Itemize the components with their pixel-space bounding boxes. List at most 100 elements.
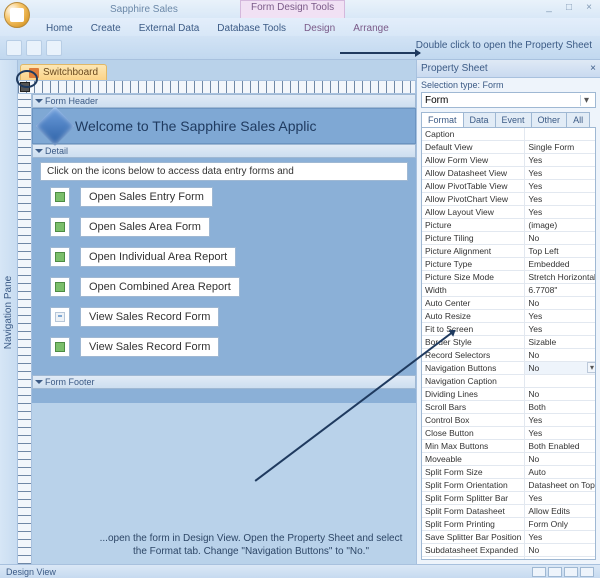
property-sheet-title-bar[interactable]: Property Sheet × <box>417 60 600 78</box>
property-value[interactable]: Single Form <box>525 141 596 154</box>
property-value[interactable]: (image) <box>525 219 596 232</box>
property-tab-all[interactable]: All <box>566 112 590 127</box>
property-row[interactable]: Navigation ButtonsNo <box>422 362 596 375</box>
property-value[interactable]: Yes <box>525 492 596 505</box>
property-value[interactable]: No <box>525 232 596 245</box>
property-grid[interactable]: CaptionDefault ViewSingle FormAllow Form… <box>421 128 596 560</box>
minimize-button[interactable]: _ <box>542 2 556 14</box>
property-row[interactable]: Allow PivotChart ViewYes <box>422 193 596 206</box>
close-button[interactable]: × <box>582 2 596 14</box>
property-row[interactable]: Allow Layout ViewYes <box>422 206 596 219</box>
design-canvas[interactable]: Form Header Welcome to The Sapphire Sale… <box>32 94 416 564</box>
maximize-button[interactable]: □ <box>562 2 576 14</box>
section-bar-footer[interactable]: Form Footer <box>32 375 416 389</box>
property-value[interactable]: Stretch Horizontal <box>525 271 596 284</box>
property-row[interactable]: Scroll BarsBoth <box>422 401 596 414</box>
property-value[interactable]: Yes <box>525 193 596 206</box>
property-value[interactable] <box>525 375 596 388</box>
property-row[interactable]: Record SelectorsNo <box>422 349 596 362</box>
property-row[interactable]: Picture TilingNo <box>422 232 596 245</box>
property-value[interactable]: No <box>525 362 596 375</box>
property-row[interactable]: Caption <box>422 128 596 141</box>
view-design-button[interactable] <box>532 567 546 577</box>
property-value[interactable]: Form Only <box>525 518 596 531</box>
property-value[interactable]: 0" <box>525 557 596 561</box>
vertical-ruler[interactable] <box>18 94 32 564</box>
property-row[interactable]: Split Form Splitter BarYes <box>422 492 596 505</box>
property-row[interactable]: Subdatasheet ExpandedNo <box>422 544 596 557</box>
property-row[interactable]: Width6.7708" <box>422 284 596 297</box>
property-value[interactable]: Allow Edits <box>525 505 596 518</box>
view-form-button[interactable] <box>564 567 578 577</box>
section-bar-detail[interactable]: Detail <box>32 144 416 158</box>
property-value[interactable] <box>525 128 596 141</box>
property-row[interactable]: Dividing LinesNo <box>422 388 596 401</box>
tab-design[interactable]: Design <box>296 21 343 36</box>
property-value[interactable]: No <box>525 349 596 362</box>
property-value[interactable]: Yes <box>525 154 596 167</box>
property-value[interactable]: Auto <box>525 466 596 479</box>
property-row[interactable]: Picture TypeEmbedded <box>422 258 596 271</box>
office-button[interactable] <box>4 2 30 28</box>
object-tab-switchboard[interactable]: Switchboard <box>20 64 107 80</box>
tab-database-tools[interactable]: Database Tools <box>209 21 294 36</box>
property-row[interactable]: Default ViewSingle Form <box>422 141 596 154</box>
property-value[interactable]: Yes <box>525 167 596 180</box>
form-selector-handle[interactable] <box>20 82 30 92</box>
property-row[interactable]: Picture(image) <box>422 219 596 232</box>
horizontal-ruler[interactable] <box>18 80 416 94</box>
property-tab-event[interactable]: Event <box>495 112 532 127</box>
view-datasheet-button[interactable] <box>548 567 562 577</box>
property-tab-other[interactable]: Other <box>531 112 568 127</box>
property-row[interactable]: Fit to ScreenYes <box>422 323 596 336</box>
property-row[interactable]: Split Form DatasheetAllow Edits <box>422 505 596 518</box>
property-value[interactable]: Yes <box>525 323 596 336</box>
object-selector-combo[interactable]: Form ▾ <box>421 92 596 108</box>
property-tab-format[interactable]: Format <box>421 112 464 127</box>
property-row[interactable]: Min Max ButtonsBoth Enabled <box>422 440 596 453</box>
property-value[interactable]: Sizable <box>525 336 596 349</box>
qat-undo-icon[interactable] <box>26 40 42 56</box>
switchboard-item[interactable]: Open Sales Area Form <box>50 217 408 237</box>
qat-save-icon[interactable] <box>6 40 22 56</box>
tab-home[interactable]: Home <box>38 21 81 36</box>
property-value[interactable]: Yes <box>525 414 596 427</box>
property-value[interactable]: No <box>525 544 596 557</box>
property-row[interactable]: Allow PivotTable ViewYes <box>422 180 596 193</box>
property-row[interactable]: Split Form OrientationDatasheet on Top <box>422 479 596 492</box>
property-row[interactable]: Auto ResizeYes <box>422 310 596 323</box>
property-tab-data[interactable]: Data <box>463 112 496 127</box>
property-row[interactable]: Control BoxYes <box>422 414 596 427</box>
property-value[interactable]: Datasheet on Top <box>525 479 596 492</box>
switchboard-item[interactable]: View Sales Record Form <box>50 307 408 327</box>
property-row[interactable]: Allow Form ViewYes <box>422 154 596 167</box>
property-value[interactable]: No <box>525 388 596 401</box>
property-value[interactable]: Yes <box>525 310 596 323</box>
qat-redo-icon[interactable] <box>46 40 62 56</box>
property-row[interactable]: Picture AlignmentTop Left <box>422 245 596 258</box>
tab-arrange[interactable]: Arrange <box>345 21 397 36</box>
property-value[interactable]: Top Left <box>525 245 596 258</box>
navigation-pane-collapsed[interactable]: Navigation Pane <box>0 60 18 564</box>
property-value[interactable]: Embedded <box>525 258 596 271</box>
switchboard-item[interactable]: Open Individual Area Report <box>50 247 408 267</box>
property-row[interactable]: Auto CenterNo <box>422 297 596 310</box>
property-value[interactable]: No <box>525 297 596 310</box>
property-row[interactable]: Border StyleSizable <box>422 336 596 349</box>
property-row[interactable]: Subdatasheet Height0" <box>422 557 596 561</box>
switchboard-item[interactable]: Open Combined Area Report <box>50 277 408 297</box>
property-value[interactable]: No <box>525 453 596 466</box>
property-value[interactable]: Yes <box>525 180 596 193</box>
property-value[interactable]: 6.7708" <box>525 284 596 297</box>
property-row[interactable]: Picture Size ModeStretch Horizontal <box>422 271 596 284</box>
property-row[interactable]: Split Form SizeAuto <box>422 466 596 479</box>
property-value[interactable]: Yes <box>525 531 596 544</box>
property-row[interactable]: Allow Datasheet ViewYes <box>422 167 596 180</box>
switchboard-item[interactable]: Open Sales Entry Form <box>50 187 408 207</box>
property-value[interactable]: Both Enabled <box>525 440 596 453</box>
property-value[interactable]: Yes <box>525 206 596 219</box>
property-value[interactable]: Both <box>525 401 596 414</box>
property-row[interactable]: Close ButtonYes <box>422 427 596 440</box>
tab-external-data[interactable]: External Data <box>131 21 208 36</box>
property-row[interactable]: Split Form PrintingForm Only <box>422 518 596 531</box>
